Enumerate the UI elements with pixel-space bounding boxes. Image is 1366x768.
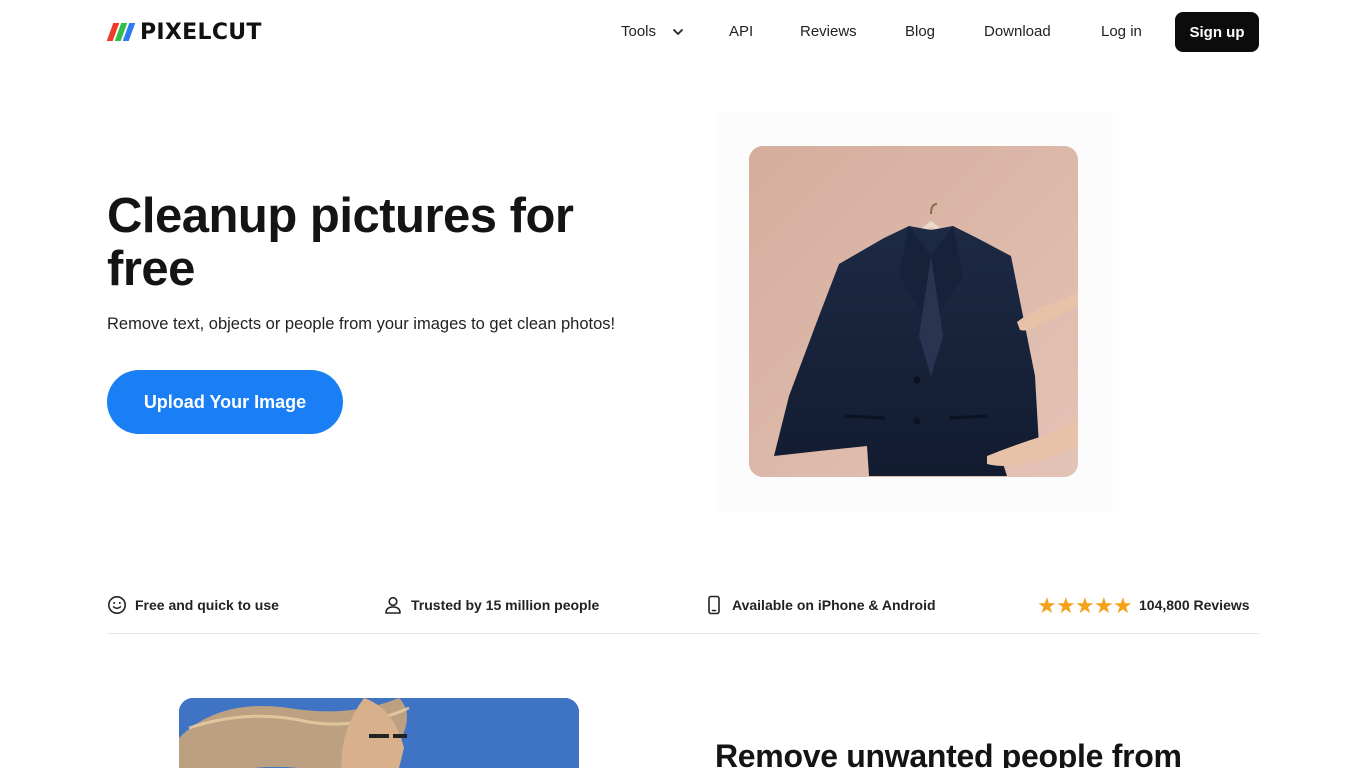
feature-free-label: Free and quick to use [135,597,279,613]
feature-trusted-label: Trusted by 15 million people [411,597,600,613]
user-icon [385,596,401,614]
logo-text: PIXELCUT [140,19,262,45]
feature-platforms: Available on iPhone & Android [704,592,936,618]
smiley-icon [108,596,126,614]
nav-api[interactable]: API [729,23,753,40]
feature-reviews-label: 104,800 Reviews [1139,597,1250,613]
signup-button[interactable]: Sign up [1175,12,1259,52]
section-divider [107,633,1259,634]
star-icon: ★ [1094,592,1114,618]
section-title-remove-people: Remove unwanted people from [715,738,1182,768]
jacket-illustration [749,146,1078,477]
hero-jacket-image [749,146,1078,477]
star-icon: ★ [1075,592,1095,618]
chevron-down-icon[interactable] [672,26,684,38]
logo-stripes-icon [106,23,136,41]
phone-icon [708,595,720,615]
feature-free: Free and quick to use [107,592,279,618]
nav-blog[interactable]: Blog [905,23,935,40]
upload-image-button[interactable]: Upload Your Image [107,370,343,434]
example-woman-image [179,698,579,768]
woman-photo-illustration [179,698,579,768]
pixelcut-logo[interactable]: PIXELCUT [106,19,262,45]
star-icon: ★ [1113,592,1133,618]
features-row: Free and quick to use Trusted by 15 mill… [107,592,1259,620]
star-icon: ★ [1056,592,1076,618]
nav-tools[interactable]: Tools [621,23,656,40]
nav-login[interactable]: Log in [1101,23,1142,40]
feature-trusted: Trusted by 15 million people [383,592,599,618]
top-navigation: PIXELCUT Tools API Reviews Blog Download… [0,0,1366,64]
hero-subtitle: Remove text, objects or people from your… [107,315,616,333]
nav-reviews[interactable]: Reviews [800,23,857,40]
hero-title: Cleanup pictures for free [107,189,574,296]
rating-stars: ★ ★ ★ ★ ★ [1037,592,1133,618]
star-icon: ★ [1037,592,1057,618]
nav-download[interactable]: Download [984,23,1051,40]
feature-reviews[interactable]: ★ ★ ★ ★ ★ 104,800 Reviews [1037,592,1250,618]
feature-platforms-label: Available on iPhone & Android [732,597,936,613]
